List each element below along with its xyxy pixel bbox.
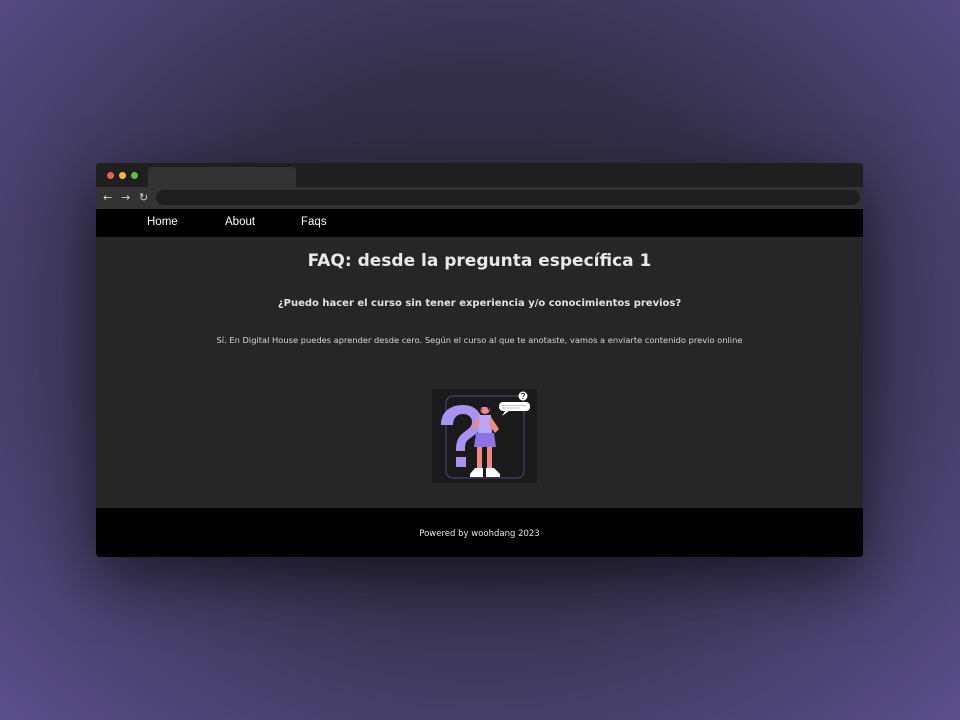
footer-credit: Powered by woohdang 2023: [419, 529, 540, 539]
faq-content: FAQ: desde la pregunta específica 1 ¿Pue…: [96, 237, 863, 508]
arrow-left-icon[interactable]: ←: [103, 190, 112, 206]
browser-window: ← → ↻ Home About Faqs FAQ: desde la preg…: [96, 163, 863, 557]
question-mark-person-illustration: [432, 389, 537, 483]
browser-tab[interactable]: [148, 167, 296, 187]
close-window-button[interactable]: [107, 172, 114, 179]
site-navbar: Home About Faqs: [96, 209, 863, 237]
nav-link-home[interactable]: Home: [147, 216, 178, 228]
browser-titlebar: [96, 163, 863, 187]
faq-answer: Sí. En Digital House puedes aprender des…: [216, 335, 743, 345]
minimize-window-button[interactable]: [119, 172, 126, 179]
address-bar-input[interactable]: [156, 190, 860, 205]
site-footer: Powered by woohdang 2023: [96, 508, 863, 557]
faq-question: ¿Puedo hacer el curso sin tener experien…: [277, 298, 682, 309]
nav-link-faqs[interactable]: Faqs: [301, 216, 327, 228]
reload-icon[interactable]: ↻: [139, 190, 148, 206]
nav-link-about[interactable]: About: [225, 216, 255, 228]
arrow-right-icon[interactable]: →: [121, 190, 130, 206]
browser-toolbar: ← → ↻: [96, 187, 863, 209]
page-title: FAQ: desde la pregunta específica 1: [307, 251, 652, 271]
maximize-window-button[interactable]: [131, 172, 138, 179]
